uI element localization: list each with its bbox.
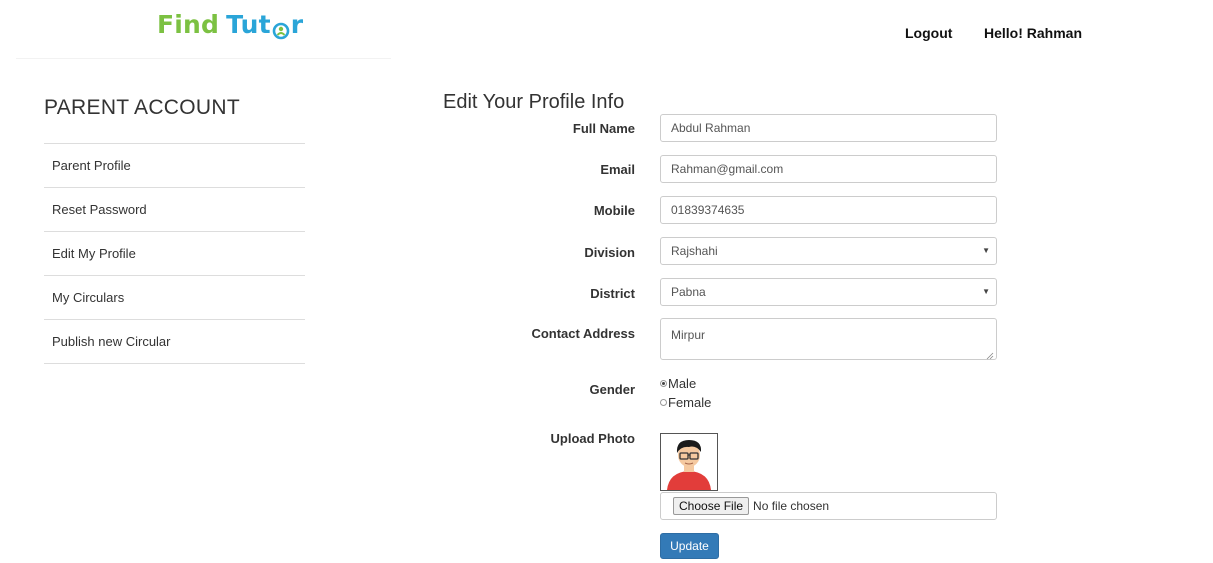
sidebar-item-parent-profile[interactable]: Parent Profile [44,143,305,187]
full-name-input[interactable]: Abdul Rahman [660,114,997,142]
dropdown-arrow-icon: ▼ [982,246,990,255]
dropdown-arrow-icon: ▼ [982,287,990,296]
full-name-label: Full Name [572,121,635,136]
gender-label: Gender [589,382,635,397]
mobile-value: 01839374635 [671,203,745,217]
mobile-input[interactable]: 01839374635 [660,196,997,224]
sidebar-menu: Parent Profile Reset Password Edit My Pr… [44,143,305,364]
gender-male-option[interactable]: Male [660,376,696,391]
mobile-label: Mobile [593,203,635,218]
user-greeting: Hello! Rahman [984,25,1083,41]
sidebar-item-label: Publish new Circular [52,334,171,349]
logout-link[interactable]: Logout [905,25,952,41]
sidebar-item-label: My Circulars [52,290,125,305]
file-upload-field[interactable]: Choose File No file chosen [660,492,997,520]
sidebar-title: PARENT ACCOUNT [44,96,240,119]
sidebar-item-my-circulars[interactable]: My Circulars [44,275,305,319]
sidebar-item-reset-password[interactable]: Reset Password [44,187,305,231]
sidebar-item-label: Edit My Profile [52,246,136,261]
radio-checked-icon[interactable] [660,380,667,387]
gender-option-label: Female [668,395,712,410]
sidebar-item-label: Parent Profile [52,158,131,173]
division-value: Rajshahi [671,244,718,258]
upload-photo-label: Upload Photo [550,431,636,446]
brand-tut: Tut [226,10,271,39]
gender-female-option[interactable]: Female [660,395,711,410]
email-label: Email [600,162,635,177]
sidebar-item-label: Reset Password [52,202,147,217]
choose-file-button[interactable]: Choose File [673,497,750,515]
address-label: Contact Address [531,326,635,341]
district-value: Pabna [671,285,706,299]
brand-logo[interactable]: Find Tut r [157,10,303,39]
avatar-illustration [661,434,717,490]
form-title: Edit Your Profile Info [443,91,625,113]
file-status: No file chosen [753,499,830,513]
gender-option-label: Male [668,376,697,391]
update-button[interactable]: Update [660,533,719,559]
email-value: Rahman@gmail.com [671,162,784,176]
division-select[interactable]: Rajshahi ▼ [660,237,997,265]
radio-unchecked-icon[interactable] [660,399,667,406]
sidebar-item-edit-my-profile[interactable]: Edit My Profile [44,231,305,275]
header-divider [16,58,391,59]
person-in-circle-icon [272,17,290,39]
address-value: Mirpur [671,328,706,342]
address-textarea[interactable]: Mirpur [660,318,997,360]
division-label: Division [584,245,635,260]
email-input[interactable]: Rahman@gmail.com [660,155,997,183]
page: Find Tut r Logout Hello! Rahman PARENT A… [0,0,1213,563]
profile-photo [660,433,718,491]
district-select[interactable]: Pabna ▼ [660,278,997,306]
full-name-value: Abdul Rahman [671,121,751,135]
resize-grip-icon[interactable] [986,349,994,360]
brand-find: Find [157,10,220,39]
brand-r: r [290,10,304,39]
district-label: District [590,286,635,301]
sidebar-item-publish-new-circular[interactable]: Publish new Circular [44,319,305,364]
